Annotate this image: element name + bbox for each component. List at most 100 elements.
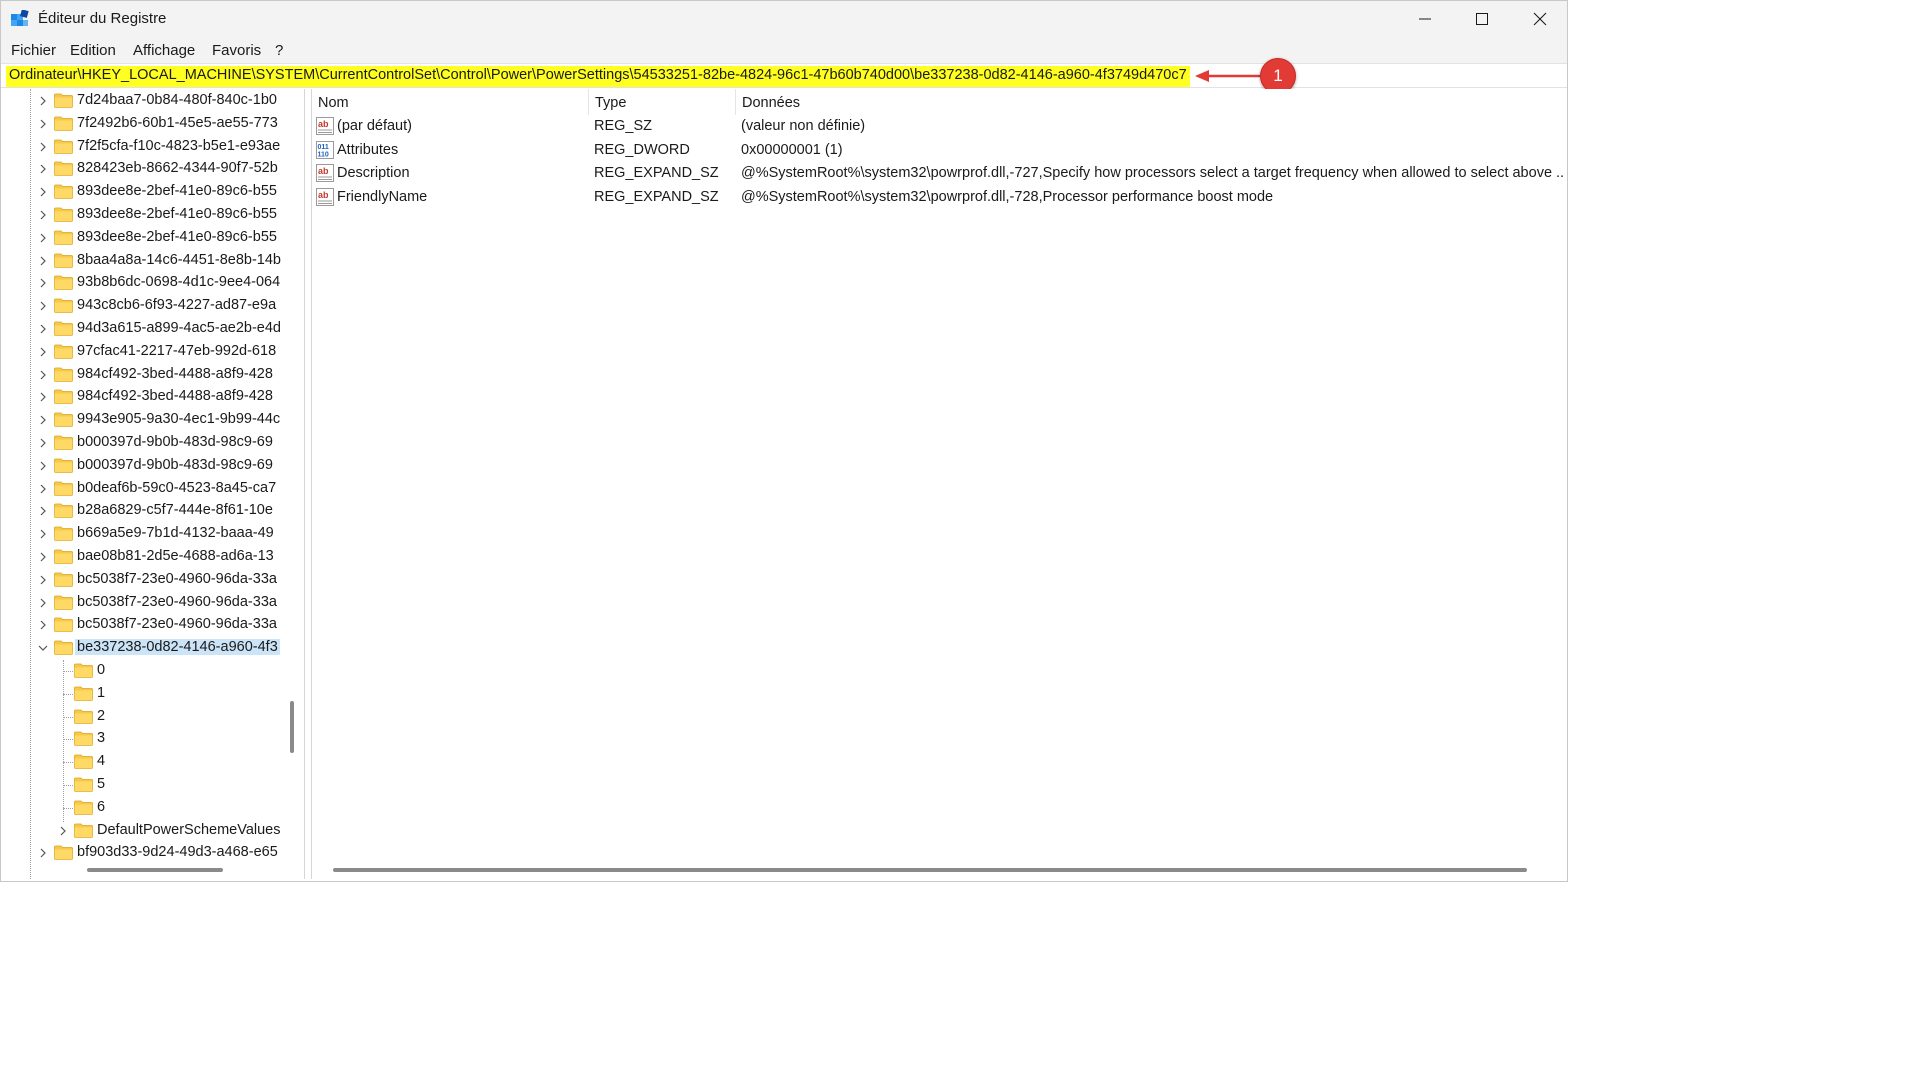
chevron-right-icon[interactable] bbox=[37, 118, 49, 130]
tree-item[interactable]: bc5038f7-23e0-4960-96da-33a bbox=[5, 592, 287, 615]
value-row[interactable]: ab (par défaut) REG_SZ (valeur non définie) bbox=[312, 115, 1568, 138]
value-row[interactable]: ab Description REG_EXPAND_SZ @%SystemRoot%\… bbox=[312, 162, 1568, 185]
chevron-right-icon[interactable] bbox=[37, 141, 49, 153]
chevron-right-icon[interactable] bbox=[37, 505, 49, 517]
chevron-right-icon[interactable] bbox=[37, 460, 49, 472]
chevron-right-icon[interactable] bbox=[37, 323, 49, 335]
tree-item[interactable]: bc5038f7-23e0-4960-96da-33a bbox=[5, 614, 287, 637]
chevron-right-icon[interactable] bbox=[37, 255, 49, 267]
chevron-right-icon[interactable] bbox=[37, 300, 49, 312]
folder-icon bbox=[54, 116, 73, 131]
tree-child-item[interactable]: 6 bbox=[5, 797, 287, 820]
tree-item[interactable]: 94d3a615-a899-4ac5-ae2b-e4d bbox=[5, 318, 287, 341]
tree-item[interactable]: bf903d33-9d24-49d3-a468-e65 bbox=[5, 842, 287, 865]
chevron-right-icon[interactable] bbox=[37, 232, 49, 244]
tree-item[interactable]: 943c8cb6-6f93-4227-ad87-e9a bbox=[5, 295, 287, 318]
tree-vertical-scrollbar[interactable] bbox=[290, 701, 294, 753]
menu-edition[interactable]: Edition bbox=[70, 42, 116, 59]
chevron-right-icon[interactable] bbox=[37, 95, 49, 107]
chevron-right-icon[interactable] bbox=[57, 825, 69, 837]
chevron-right-icon[interactable] bbox=[37, 551, 49, 563]
folder-icon bbox=[54, 412, 73, 428]
column-header-type[interactable]: Type bbox=[589, 89, 736, 115]
chevron-right-icon[interactable] bbox=[37, 483, 49, 495]
menu-help[interactable]: ? bbox=[275, 42, 283, 59]
folder-icon bbox=[54, 298, 73, 314]
chevron-right-icon[interactable] bbox=[37, 574, 49, 586]
registry-path[interactable]: Ordinateur\HKEY_LOCAL_MACHINE\SYSTEM\Cur… bbox=[6, 66, 1190, 87]
tree-item[interactable]: bae08b81-2d5e-4688-ad6a-13 bbox=[5, 546, 287, 569]
menu-favoris[interactable]: Favoris bbox=[212, 42, 261, 59]
chevron-right-icon[interactable] bbox=[37, 209, 49, 221]
svg-text:011: 011 bbox=[318, 144, 329, 151]
menu-affichage[interactable]: Affichage bbox=[133, 42, 195, 59]
chevron-right-icon[interactable] bbox=[37, 163, 49, 175]
chevron-right-icon[interactable] bbox=[37, 391, 49, 403]
tree-child-item[interactable]: DefaultPowerSchemeValues bbox=[5, 820, 287, 843]
tree-connector bbox=[63, 693, 73, 695]
tree-item[interactable]: 7f2f5cfa-f10c-4823-b5e1-e93ae bbox=[5, 136, 287, 159]
address-bar[interactable]: Ordinateur\HKEY_LOCAL_MACHINE\SYSTEM\Cur… bbox=[1, 63, 1567, 88]
folder-icon bbox=[54, 344, 73, 359]
column-header-data[interactable]: Données bbox=[736, 89, 1568, 115]
chevron-right-icon[interactable] bbox=[37, 369, 49, 381]
minimize-button[interactable] bbox=[1396, 1, 1454, 37]
tree-item[interactable]: 7d24baa7-0b84-480f-840c-1b0 bbox=[5, 90, 287, 113]
menu-fichier[interactable]: Fichier bbox=[11, 42, 56, 59]
maximize-button[interactable] bbox=[1453, 1, 1511, 37]
tree-item-label: 1 bbox=[97, 684, 106, 701]
chevron-right-icon[interactable] bbox=[37, 437, 49, 449]
close-button[interactable] bbox=[1511, 1, 1569, 37]
tree-item[interactable]: 893dee8e-2bef-41e0-89c6-b55 bbox=[5, 227, 287, 250]
chevron-down-icon[interactable] bbox=[37, 642, 49, 654]
tree-item[interactable]: 9943e905-9a30-4ec1-9b99-44c bbox=[5, 409, 287, 432]
tree-item[interactable]: 893dee8e-2bef-41e0-89c6-b55 bbox=[5, 204, 287, 227]
tree-item[interactable]: b000397d-9b0b-483d-98c9-69 bbox=[5, 432, 287, 455]
tree-child-item[interactable]: 3 bbox=[5, 728, 287, 751]
chevron-right-icon[interactable] bbox=[37, 528, 49, 540]
chevron-right-icon[interactable] bbox=[37, 619, 49, 631]
tree-horizontal-scrollbar[interactable] bbox=[87, 868, 223, 872]
tree-item-label: 7d24baa7-0b84-480f-840c-1b0 bbox=[77, 92, 277, 108]
tree-item[interactable]: 8baa4a8a-14c6-4451-8e8b-14b bbox=[5, 250, 287, 273]
tree-item[interactable]: 893dee8e-2bef-41e0-89c6-b55 bbox=[5, 181, 287, 204]
tree-item[interactable]: 93b8b6dc-0698-4d1c-9ee4-064 bbox=[5, 272, 287, 295]
value-data: @%SystemRoot%\system32\powrprof.dll,-727… bbox=[741, 165, 1563, 182]
svg-text:ab: ab bbox=[318, 119, 329, 129]
values-list[interactable]: Nom Type Données ab (par défaut) REG_SZ (va… bbox=[311, 89, 1567, 879]
chevron-right-icon[interactable] bbox=[37, 414, 49, 426]
tree-item[interactable]: 97cfac41-2217-47eb-992d-618 bbox=[5, 341, 287, 364]
tree-item[interactable]: 984cf492-3bed-4488-a8f9-428 bbox=[5, 386, 287, 409]
tree-child-item[interactable]: 4 bbox=[5, 751, 287, 774]
value-row[interactable]: ab FriendlyName REG_EXPAND_SZ @%SystemRoot%… bbox=[312, 186, 1568, 209]
folder-icon bbox=[74, 709, 93, 724]
folder-icon bbox=[54, 549, 73, 564]
tree-item[interactable]: 828423eb-8662-4344-90f7-52b bbox=[5, 158, 287, 181]
svg-text:110: 110 bbox=[318, 151, 329, 158]
tree-child-item[interactable]: 5 bbox=[5, 774, 287, 797]
tree-item[interactable]: b28a6829-c5f7-444e-8f61-10e bbox=[5, 500, 287, 523]
registry-tree[interactable]: 7d24baa7-0b84-480f-840c-1b0 7f2492b6-60b… bbox=[5, 89, 305, 879]
tree-child-item[interactable]: 1 bbox=[5, 683, 287, 706]
tree-item-selected[interactable]: be337238-0d82-4146-a960-4f3 bbox=[5, 637, 287, 660]
tree-item[interactable]: b669a5e9-7b1d-4132-baaa-49 bbox=[5, 523, 287, 546]
tree-item[interactable]: 7f2492b6-60b1-45e5-ae55-773 bbox=[5, 113, 287, 136]
chevron-right-icon[interactable] bbox=[37, 186, 49, 198]
tree-item[interactable]: b0deaf6b-59c0-4523-8a45-ca7 bbox=[5, 478, 287, 501]
svg-text:ab: ab bbox=[318, 190, 329, 200]
tree-item[interactable]: 984cf492-3bed-4488-a8f9-428 bbox=[5, 364, 287, 387]
chevron-right-icon[interactable] bbox=[37, 847, 49, 859]
tree-item[interactable]: bc5038f7-23e0-4960-96da-33a bbox=[5, 569, 287, 592]
chevron-right-icon[interactable] bbox=[37, 597, 49, 609]
chevron-right-icon[interactable] bbox=[37, 346, 49, 358]
tree-child-item[interactable]: 0 bbox=[5, 660, 287, 683]
list-horizontal-scrollbar[interactable] bbox=[333, 868, 1527, 872]
value-row[interactable]: 011 110 Attributes REG_DWORD 0x00000001 (1) bbox=[312, 139, 1568, 162]
chevron-right-icon[interactable] bbox=[37, 277, 49, 289]
tree-item[interactable]: b000397d-9b0b-483d-98c9-69 bbox=[5, 455, 287, 478]
value-data: 0x00000001 (1) bbox=[741, 141, 843, 158]
svg-text:ab: ab bbox=[318, 166, 329, 176]
tree-item-label: 9943e905-9a30-4ec1-9b99-44c bbox=[77, 411, 281, 428]
column-header-name[interactable]: Nom bbox=[312, 89, 589, 115]
tree-child-item[interactable]: 2 bbox=[5, 706, 287, 729]
